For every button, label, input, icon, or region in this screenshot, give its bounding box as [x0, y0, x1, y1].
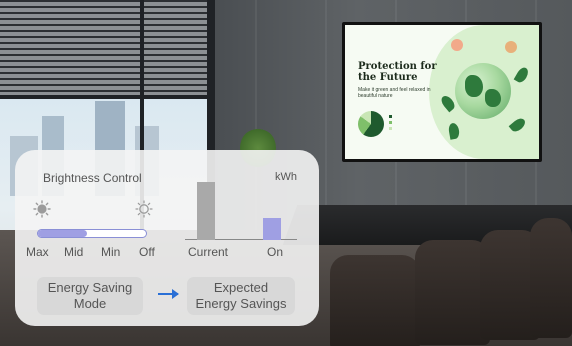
conference-room-background: Protection for the Future Make it green …: [0, 0, 572, 346]
window-blinds: [0, 0, 210, 95]
energy-saving-mode-button[interactable]: Energy Saving Mode: [37, 277, 143, 315]
energy-overlay-panel: Brightness Control kWh Max Mid Min Off C…: [15, 150, 319, 326]
expected-energy-savings-label: Expected Energy Savings: [195, 280, 287, 311]
window-frame: [0, 95, 210, 99]
brightness-control-title: Brightness Control: [43, 171, 142, 185]
display-subtitle: Make it green and feel relaxed in beauti…: [358, 87, 431, 99]
sun-dim-icon: [135, 200, 153, 218]
arrow-right-icon: [158, 289, 179, 299]
lightbulb-icon: [505, 41, 517, 53]
energy-saving-mode-label: Energy Saving Mode: [47, 280, 133, 311]
chair: [415, 240, 490, 345]
chair: [330, 255, 420, 346]
brightness-level-mid: Mid: [64, 245, 84, 259]
brightness-level-off: Off: [139, 245, 155, 259]
expected-energy-savings-button[interactable]: Expected Energy Savings: [187, 277, 295, 315]
brightness-level-max: Max: [26, 245, 49, 259]
display-screen: Protection for the Future Make it green …: [345, 25, 539, 159]
chair: [530, 218, 572, 338]
energy-bar-chart: [185, 172, 297, 240]
energy-bar-on: [263, 217, 281, 240]
lightbulb-icon: [451, 39, 463, 51]
brightness-slider-fill: [38, 230, 87, 237]
bar-label-current: Current: [188, 245, 229, 259]
brightness-level-min: Min: [101, 245, 121, 259]
display-pie-chart: [358, 111, 384, 137]
sun-bright-icon: [33, 200, 51, 218]
brightness-slider[interactable]: [37, 229, 147, 238]
globe-icon: [455, 63, 511, 119]
display-title: Protection for the Future: [358, 61, 437, 83]
wall-display: Protection for the Future Make it green …: [342, 22, 542, 162]
energy-bar-current: [197, 182, 215, 240]
bar-label-on: On: [267, 245, 284, 259]
